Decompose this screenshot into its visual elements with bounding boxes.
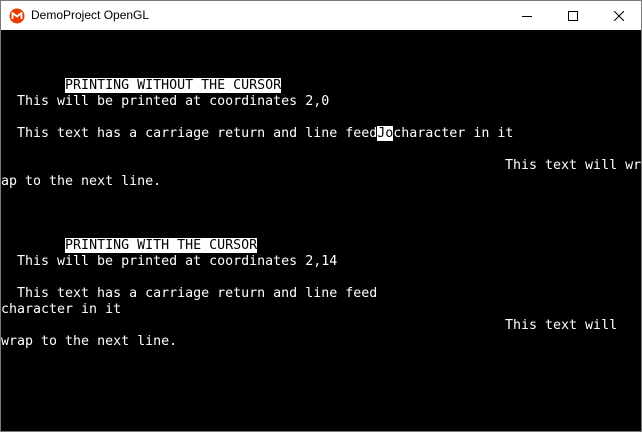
console-line: PRINTING WITH THE CURSOR <box>17 222 258 253</box>
close-icon <box>614 10 624 21</box>
console-line: This text will <box>505 318 618 333</box>
heading-with-cursor: PRINTING WITH THE CURSOR <box>65 238 258 253</box>
title-bar[interactable]: DemoProject OpenGL <box>1 0 641 30</box>
console-line: PRINTING WITHOUT THE CURSOR <box>17 62 282 93</box>
close-button[interactable] <box>596 1 641 30</box>
text-cursor: Jo <box>377 126 394 141</box>
window-title: DemoProject OpenGL <box>31 8 150 22</box>
console-line: character in it <box>1 302 122 317</box>
console-text: This text has a carriage return and line… <box>17 126 378 141</box>
maximize-button[interactable] <box>550 1 596 30</box>
console-area: PRINTING WITHOUT THE CURSOR This will be… <box>1 30 641 431</box>
maximize-icon <box>568 10 578 21</box>
console-line: This text has a carriage return and line… <box>17 126 513 142</box>
monogame-logo-icon <box>9 8 25 24</box>
console-line: This will be printed at coordinates 2,0 <box>17 94 330 109</box>
minimize-icon <box>522 15 532 17</box>
console-line: wrap to the next line. <box>1 334 178 349</box>
console-line: This text has a carriage return and line… <box>17 286 378 301</box>
heading-without-cursor: PRINTING WITHOUT THE CURSOR <box>65 78 282 93</box>
console-line: ap to the next line. <box>1 174 162 189</box>
minimize-button[interactable] <box>504 1 550 30</box>
console-line: This text will wr <box>505 158 642 173</box>
app-window: DemoProject OpenGL PRINTING WITHOUT THE … <box>0 0 642 432</box>
console-text: character in it <box>393 126 514 141</box>
console-line: This will be printed at coordinates 2,14 <box>17 254 338 269</box>
